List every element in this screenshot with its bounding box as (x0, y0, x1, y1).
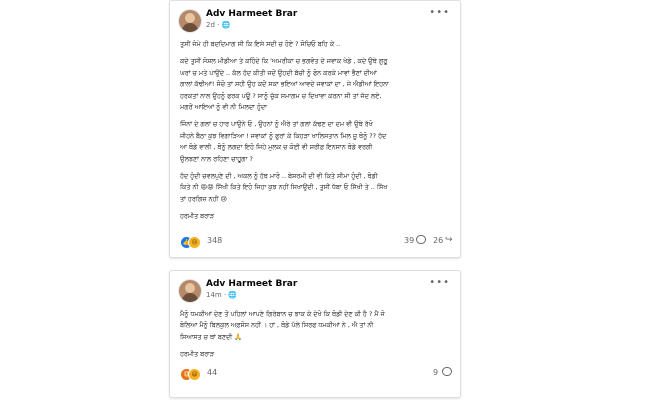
post-time[interactable]: 14m · 🌐 (206, 291, 237, 299)
post-line: ਘਰਾਂ ਚ ਮਤੇ ਪਾਉਂਦੇ .. ਕੱਲ ਹੱਦ ਕੀਤੀ ਜਦੋਂ ਉ… (180, 68, 377, 77)
share-icon[interactable]: ↪ (445, 235, 453, 245)
post-line: ਹਰਕਤਾਂ ਨਾਲ ਉਹਨੂੰ ਫਰਕ ਪਊ ? ਸਾਨੂੰ ਚੁੱਕ ਸਮਾ… (180, 91, 382, 100)
comment-count[interactable]: 39 (404, 236, 414, 245)
post-signature: ਹਰਮੀਤ ਬਰਾੜ (180, 212, 215, 221)
facebook-post: Adv Harmeet Brar 14m · 🌐 ••• ਮੈਨੂੰ ਧਮਕੀਆ… (169, 270, 461, 398)
post-stats-bar: 😡 😆 44 9 (180, 367, 452, 381)
post-line: ਤੁਸੀਂ ਜੰਮੇ ਹੀ ਬਦਦਿਮਾਗ ਸੀ ਕਿ ਇਸੇ ਸਦੀ ਚ ਹੋ… (180, 40, 341, 48)
comment-count[interactable]: 9 (433, 368, 438, 377)
post-signature: ਹਰਮੀਤ ਬਰਾੜ (180, 350, 215, 359)
post-line: ਜੀਹਨੇ ਬੈਠਾ ਕੁਝ ਵਿਗਾੜਿਆ ! ਜਵਾਕਾਂ ਨੂੰ ਫੁਰਾ… (180, 131, 387, 140)
more-options-icon[interactable]: ••• (429, 7, 450, 18)
post-time[interactable]: 2d · 🌐 (206, 21, 230, 29)
post-line: ਜਿੰਨਾਂ ਦੇ ਗਲਾਂ ਚ ਹਾਰ ਪਾਉਨੇ ਓ , ਉਹਨਾਂ ਨੂੰ… (180, 120, 373, 129)
comment-icon[interactable] (416, 235, 426, 244)
reaction-icons[interactable]: 👍 😢 (180, 236, 204, 249)
haha-reaction-icon: 😆 (188, 368, 201, 381)
post-line: ਉਲਝਣਾਂ ਨਾਲ ਰਹਿਣਾ ਚਾਹੂਗਾ ? (180, 154, 253, 163)
post-line: ਬੋਲਿਆ ਮੈਨੂੰ ਬਿਲਕੁਲ ਅਫ਼ਸੋਸ ਨਹੀਂ । ਹਾਂ , ਥ… (180, 321, 374, 330)
post-header: Adv Harmeet Brar 14m · 🌐 ••• (170, 271, 460, 303)
post-line: ਮਗਰੋਂ ਆਇਆਂ ਨੂੰ ਵੀ ਨੀ ਮਿਲਦਾ ਹੁੰਦਾ (180, 103, 267, 112)
reaction-icons[interactable]: 😡 😆 (180, 368, 204, 381)
more-options-icon[interactable]: ••• (429, 277, 450, 288)
author-name[interactable]: Adv Harmeet Brar (206, 279, 297, 289)
author-avatar[interactable] (178, 279, 202, 303)
post-body: ਮੈਨੂੰ ਧਮਕੀਆਂ ਦੇਣ ਤੋਂ ਪਹਿਲਾਂ ਆਪਣੇ ਗਿਰੇਬਾਨ… (180, 309, 452, 361)
public-globe-icon: 🌐 (228, 291, 238, 299)
post-line: ਹੱਦ ਹੁੰਦੀ ਚਵਲਪੁਣੇ ਦੀ , ਅਕਲ ਨੂੰ ਹੱਥ ਮਾਰੋ … (180, 172, 378, 181)
post-line: ਸਿਆਸਤ ਚ ਥਾਂ ਬਣਦੀ 🙏 (180, 332, 243, 341)
post-header: Adv Harmeet Brar 2d · 🌐 ••• (170, 1, 460, 33)
post-line: ਕਿਤੇ ਨੀ 😡😡 ਸਿੱਖੀ ਕਿਤੇ ਇਹੋ ਜਿਹਾ ਕੁਝ ਨਹੀਂ … (180, 183, 388, 192)
comment-icon[interactable] (442, 367, 452, 376)
share-count[interactable]: 26 (433, 236, 443, 245)
reaction-count[interactable]: 44 (207, 368, 217, 377)
post-body: ਤੁਸੀਂ ਜੰਮੇ ਹੀ ਬਦਦਿਮਾਗ ਸੀ ਕਿ ਇਸੇ ਸਦੀ ਚ ਹੋ… (180, 39, 452, 223)
post-line: ਮੈਨੂੰ ਧਮਕੀਆਂ ਦੇਣ ਤੋਂ ਪਹਿਲਾਂ ਆਪਣੇ ਗਿਰੇਬਾਨ… (180, 310, 385, 318)
post-line: ਗਾਲਾਂ ਕੱਢੀਆਂ! ਸੋਚੋ ਤਾਂ ਸਹੀ ਉਹ ਕਦੋਂ ਸਕਾ ਭ… (180, 80, 389, 89)
care-reaction-icon: 😢 (188, 236, 201, 249)
post-stats-bar: 👍 😢 348 39 26 ↪ (180, 235, 453, 249)
reaction-count[interactable]: 348 (207, 236, 222, 245)
post-line: ਆ ਥੋਡੇ ਵਾਲੀ , ਥੋਨੂੰ ਲਗਦਾ ਇਹੋ ਜਿਹੇ ਮੁਲਕ ਚ… (180, 143, 373, 152)
public-globe-icon: 🌐 (221, 21, 231, 29)
post-line: ਤਾਂ ਹਰਗਿਜ਼ ਨਹੀਂ 😢 (180, 194, 228, 203)
post-line: ਕਦੇ ਤੁਸੀਂ ਸੋਸ਼ਲ ਮੀਡੀਆ ਤੇ ਕਹਿੰਦੇ ਕਿ 'ਅਮਰੀ… (180, 57, 388, 66)
author-name[interactable]: Adv Harmeet Brar (206, 9, 297, 19)
facebook-post: Adv Harmeet Brar 2d · 🌐 ••• ਤੁਸੀਂ ਜੰਮੇ ਹ… (169, 0, 461, 258)
author-avatar[interactable] (178, 9, 202, 33)
